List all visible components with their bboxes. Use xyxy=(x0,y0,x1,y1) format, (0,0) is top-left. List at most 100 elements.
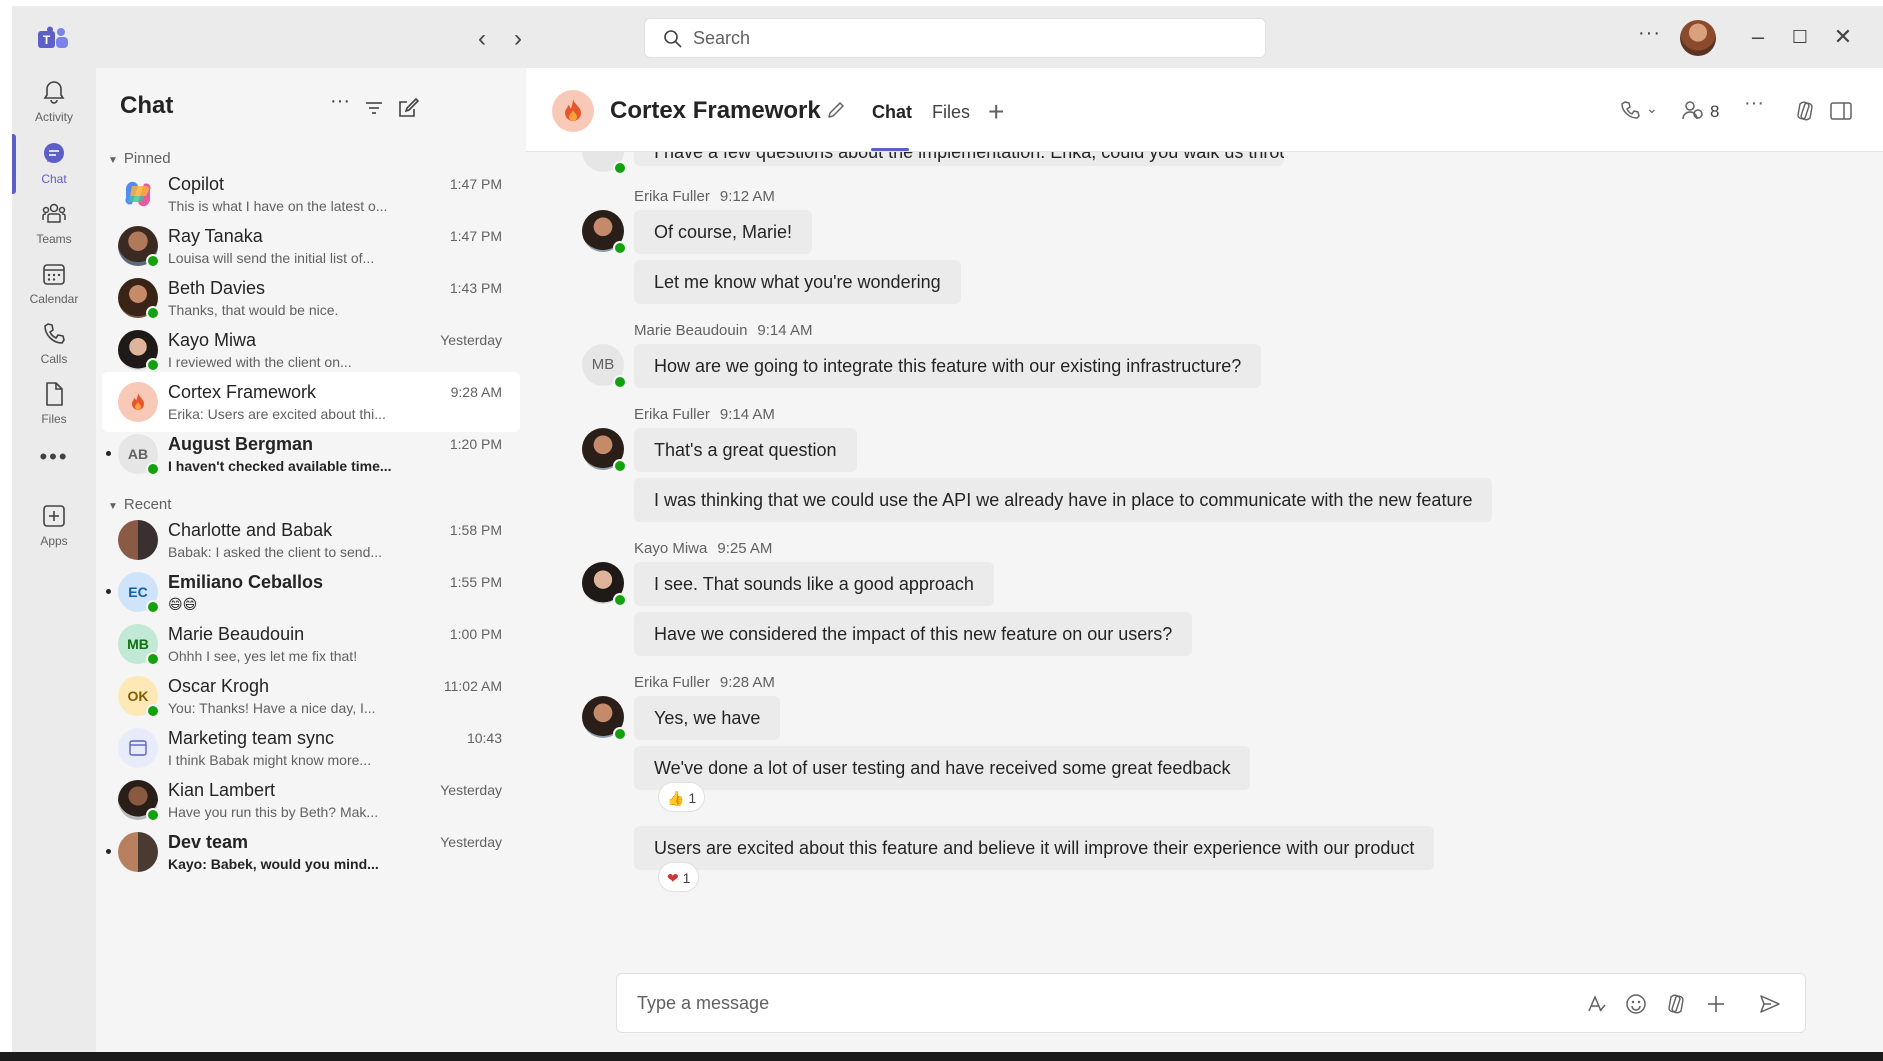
chat-time: 1:00 PM xyxy=(449,626,502,642)
message-composer[interactable] xyxy=(616,973,1806,1033)
maximize-icon[interactable]: ☐ xyxy=(1786,24,1814,52)
chat-name: Emiliano Ceballos xyxy=(168,572,324,592)
chat-row-marketing-team-sync[interactable]: Marketing team sync I think Babak might … xyxy=(102,718,520,778)
message-list[interactable]: I have a few questions about the impleme… xyxy=(526,152,1883,972)
message-time: 9:25 AM xyxy=(717,540,773,557)
chat-time: 1:47 PM xyxy=(449,228,502,244)
add-app-icon xyxy=(43,505,65,527)
more-options-icon[interactable]: ··· xyxy=(330,90,354,114)
chat-row-cortex-framework[interactable]: Cortex Framework Erika: Users are excite… xyxy=(102,372,520,432)
message-bubble[interactable]: I was thinking that we could use the API… xyxy=(634,478,1493,522)
message-bubble[interactable]: Yes, we have xyxy=(634,696,781,740)
chat-name: Marie Beaudouin xyxy=(168,624,305,644)
add-tab-icon[interactable]: + xyxy=(988,96,1004,128)
chat-time: 1:43 PM xyxy=(449,280,502,296)
reaction-like[interactable]: 👍 1 xyxy=(658,782,706,812)
forward-arrow-icon[interactable]: › xyxy=(506,27,530,52)
message-meta: Erika Fuller 9:28 AM xyxy=(634,674,775,691)
thumbs-up-icon: 👍 xyxy=(667,790,685,806)
close-icon[interactable]: ✕ xyxy=(1829,24,1857,52)
presence-available-icon xyxy=(613,459,627,473)
avatar[interactable] xyxy=(582,210,627,255)
search-box[interactable] xyxy=(644,18,1266,58)
edit-pencil-icon[interactable] xyxy=(824,98,848,122)
chat-name: Cortex Framework xyxy=(168,382,317,402)
message-bubble[interactable]: Have we considered the impact of this ne… xyxy=(634,612,1193,656)
chat-time: 1:58 PM xyxy=(449,522,502,538)
message-bubble[interactable]: How are we going to integrate this featu… xyxy=(634,344,1262,388)
chat-time: Yesterday xyxy=(440,332,502,348)
chat-time: Yesterday xyxy=(440,834,502,850)
rail-item-activity[interactable]: Activity xyxy=(12,72,96,142)
chat-row-oscar-krogh[interactable]: OK Oscar Krogh You: Thanks! Have a nice … xyxy=(102,666,520,726)
search-input[interactable] xyxy=(693,19,1253,57)
chat-name: August Bergman xyxy=(168,434,314,454)
message-meta: Erika Fuller 9:14 AM xyxy=(634,406,775,423)
message-input[interactable] xyxy=(637,984,1537,1022)
more-options-icon[interactable]: ··· xyxy=(1744,92,1770,118)
avatar xyxy=(118,330,160,372)
tab-files[interactable]: Files xyxy=(932,102,970,123)
rail-item-apps[interactable]: Apps xyxy=(12,496,96,566)
group-avatar xyxy=(118,520,158,560)
chat-row-beth-davies[interactable]: Beth Davies Thanks, that would be nice. … xyxy=(102,268,520,328)
copilot-icon[interactable] xyxy=(1663,991,1689,1017)
chat-row-kian-lambert[interactable]: Kian Lambert Have you run this by Beth? … xyxy=(102,770,520,830)
flame-icon xyxy=(565,99,581,121)
teams-logo-icon[interactable]: T xyxy=(36,26,70,52)
chat-name: Marketing team sync xyxy=(168,728,335,748)
chat-preview: Have you run this by Beth? Mak... xyxy=(168,804,379,820)
chat-row-charlotte-babak[interactable]: Charlotte and Babak Babak: I asked the c… xyxy=(102,510,520,570)
message-bubble[interactable]: We've done a lot of user testing and hav… xyxy=(634,746,1251,790)
send-icon[interactable] xyxy=(1757,991,1783,1017)
participants-icon[interactable] xyxy=(1680,98,1706,124)
avatar[interactable] xyxy=(582,562,627,607)
group-avatar[interactable] xyxy=(552,90,594,132)
new-chat-icon[interactable] xyxy=(396,96,420,120)
profile-avatar[interactable] xyxy=(1680,20,1716,56)
chat-name: Kayo Miwa xyxy=(168,330,257,350)
chat-row-ray-tanaka[interactable]: Ray Tanaka Louisa will send the initial … xyxy=(102,216,520,276)
copilot-icon[interactable] xyxy=(1792,98,1818,124)
message-author: Kayo Miwa xyxy=(634,540,708,557)
message-bubble[interactable]: That's a great question xyxy=(634,428,857,472)
chat-time: 1:55 PM xyxy=(449,574,502,590)
filter-icon[interactable] xyxy=(362,96,386,120)
phone-icon xyxy=(44,323,65,344)
emoji-icon[interactable] xyxy=(1623,991,1649,1017)
message-time: 9:14 AM xyxy=(757,322,813,339)
avatar[interactable] xyxy=(582,696,627,741)
chat-preview: You: Thanks! Have a nice day, I... xyxy=(168,700,376,716)
chat-time: Yesterday xyxy=(440,782,502,798)
chat-row-kayo-miwa[interactable]: Kayo Miwa I reviewed with the client on.… xyxy=(102,320,520,380)
more-options-icon[interactable]: ··· xyxy=(1638,22,1661,45)
message-meta: Erika Fuller 9:12 AM xyxy=(634,188,775,205)
chat-row-dev-team[interactable]: Dev team Kayo: Babek, would you mind... … xyxy=(102,822,520,882)
minimize-icon[interactable]: – xyxy=(1744,24,1772,52)
add-icon[interactable] xyxy=(1703,991,1729,1017)
chevron-down-icon[interactable]: ⌄ xyxy=(1646,100,1672,126)
rail-item-files[interactable]: Files xyxy=(12,374,96,444)
presence-available-icon xyxy=(146,808,160,822)
call-icon[interactable] xyxy=(1618,98,1644,124)
side-panel-icon[interactable] xyxy=(1828,98,1854,124)
tab-chat[interactable]: Chat xyxy=(872,102,912,123)
message-bubble[interactable]: I have a few questions about the impleme… xyxy=(634,152,1284,166)
avatar: EC xyxy=(118,572,160,614)
app-rail: Activity Chat Teams Calendar Calls Files… xyxy=(12,68,96,1058)
title-bar: T ‹ › ··· – ☐ ✕ xyxy=(12,6,1883,68)
avatar[interactable] xyxy=(582,428,627,473)
chat-row-copilot[interactable]: Copilot This is what I have on the lates… xyxy=(102,164,520,224)
chat-row-emiliano-ceballos[interactable]: EC Emiliano Ceballos 😄😄 1:55 PM xyxy=(102,562,520,622)
message-bubble[interactable]: Let me know what you're wondering xyxy=(634,260,961,304)
message-bubble[interactable]: Of course, Marie! xyxy=(634,210,813,254)
message-bubble[interactable]: I see. That sounds like a good approach xyxy=(634,562,994,606)
avatar[interactable]: MB xyxy=(582,344,627,389)
message-bubble[interactable]: Users are excited about this feature and… xyxy=(634,826,1435,870)
chat-row-august-bergman[interactable]: AB August Bergman I haven't checked avai… xyxy=(102,424,520,484)
chat-row-marie-beaudouin[interactable]: MB Marie Beaudouin Ohhh I see, yes let m… xyxy=(102,614,520,674)
reaction-heart[interactable]: ❤ 1 xyxy=(658,862,700,892)
back-arrow-icon[interactable]: ‹ xyxy=(470,27,494,52)
presence-available-icon xyxy=(146,652,160,666)
format-icon[interactable] xyxy=(1583,991,1609,1017)
